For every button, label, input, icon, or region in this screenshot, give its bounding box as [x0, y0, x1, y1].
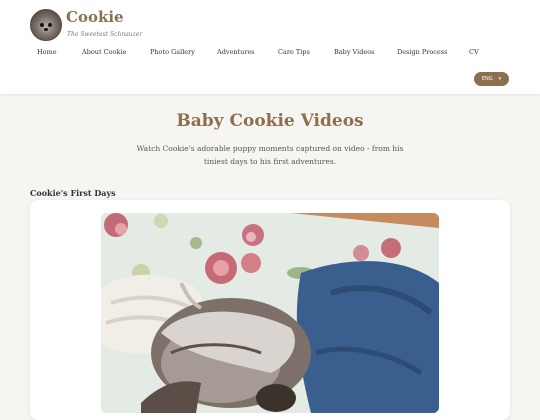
avatar-nose — [44, 28, 48, 31]
site-tagline: The Sweetest Schnauzer — [67, 31, 143, 38]
main-nav: Home About Cookie Photo Gallery Adventur… — [0, 48, 540, 60]
nav-item-adventures[interactable]: Adventures — [217, 48, 255, 56]
avatar-eye — [40, 23, 44, 27]
nav-item-design-process[interactable]: Design Process — [397, 48, 447, 56]
site-header: Cookie The Sweetest Schnauzer Home About… — [0, 0, 540, 94]
chevron-down-icon: ▾ — [498, 76, 502, 82]
nav-item-home[interactable]: Home — [37, 48, 57, 56]
nav-item-cv[interactable]: CV — [469, 48, 479, 56]
nav-item-about-cookie[interactable]: About Cookie — [82, 48, 126, 56]
page-intro: Watch Cookie's adorable puppy moments ca… — [136, 144, 404, 166]
language-select-value: ENG — [481, 76, 493, 82]
video-player[interactable] — [101, 213, 439, 413]
nav-item-baby-videos[interactable]: Baby Videos — [334, 48, 374, 56]
site-title[interactable]: Cookie — [66, 8, 124, 26]
language-select[interactable]: ENG ▾ — [474, 72, 509, 86]
nav-item-photo-gallery[interactable]: Photo Gallery — [150, 48, 195, 56]
page-title: Baby Cookie Videos — [176, 111, 364, 131]
video-frame-image — [101, 213, 439, 413]
avatar-eye — [48, 23, 52, 27]
section-title: Cookie's First Days — [30, 188, 116, 198]
avatar[interactable] — [30, 9, 62, 41]
nav-item-care-tips[interactable]: Care Tips — [278, 48, 310, 56]
